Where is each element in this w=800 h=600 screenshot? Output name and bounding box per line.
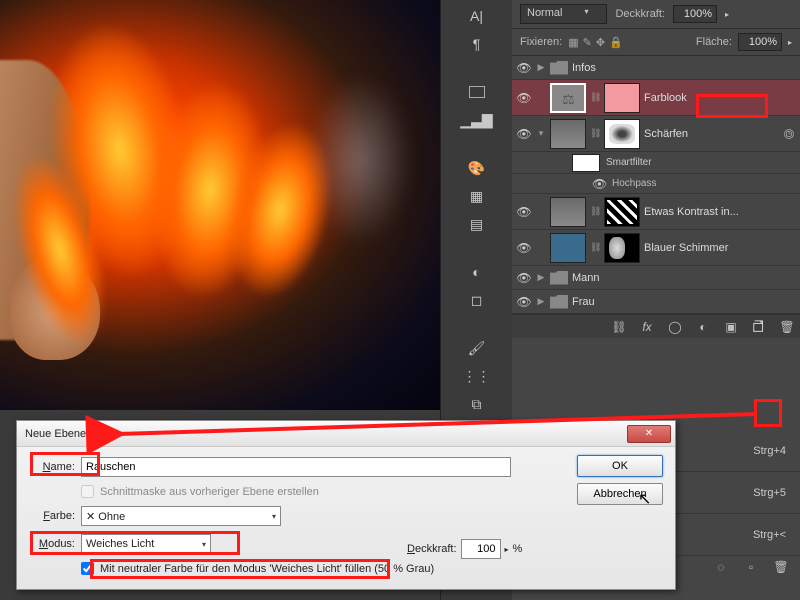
close-icon[interactable]: ✕: [627, 425, 671, 443]
clipmask-label: Schnittmaske aus vorheriger Ebene erstel…: [100, 486, 319, 498]
opacity-value[interactable]: 100%: [673, 5, 717, 23]
layer-blauer-schimmer[interactable]: 👁 ⛓ Blauer Schimmer: [512, 230, 800, 266]
styles-panel-icon[interactable]: ▤: [465, 213, 489, 235]
shortcut-label: Strg+<: [753, 529, 786, 541]
trash-icon[interactable]: 🗑: [772, 558, 790, 576]
group-label: Frau: [572, 296, 796, 308]
color-label: Farbe:: [29, 510, 75, 522]
color-select[interactable]: ✕ Ohne▾: [81, 506, 281, 526]
link-icon[interactable]: ⛓: [590, 242, 600, 253]
neutral-fill-label: Mit neutraler Farbe für den Modus 'Weich…: [100, 563, 434, 575]
layer-group-frau[interactable]: 👁 ▶ Frau: [512, 290, 800, 314]
document-canvas[interactable]: [0, 0, 440, 410]
new-icon[interactable]: ▫: [742, 558, 760, 576]
new-layer-dialog: Neue Ebene ✕ OK Abbrechen Name: Schnittm…: [16, 420, 676, 590]
character-panel-icon[interactable]: A|: [465, 5, 489, 27]
brush-panel-icon[interactable]: 🖌: [465, 337, 489, 359]
mask-thumb[interactable]: [604, 197, 640, 227]
histogram-panel-icon[interactable]: ▁▃▇: [465, 109, 489, 131]
link-icon[interactable]: ⛓: [590, 128, 600, 139]
layers-panel: Normal ▾ Deckkraft: 100% ▸ Fixieren: ▦✎✥…: [512, 0, 800, 430]
visibility-icon[interactable]: 👁: [516, 241, 532, 255]
visibility-icon[interactable]: 👁: [516, 295, 532, 309]
link-icon[interactable]: ⛓: [590, 92, 600, 103]
shortcut-label: Strg+5: [753, 487, 786, 499]
clipmask-checkbox: [81, 485, 94, 498]
layer-label: Etwas Kontrast in...: [644, 206, 796, 218]
dialog-titlebar[interactable]: Neue Ebene ✕: [17, 421, 675, 447]
opacity-unit: %: [513, 543, 523, 555]
layers-panel-footer: ⛓ fx ◯ ◐ ▣ 🗑: [512, 314, 800, 338]
link-layers-icon[interactable]: ⛓: [610, 318, 628, 336]
link-icon[interactable]: ⛓: [590, 206, 600, 217]
mode-label: Modus:: [29, 538, 75, 550]
smartfilter-row[interactable]: Smartfilter: [512, 152, 800, 174]
layer-thumb[interactable]: [550, 233, 586, 263]
opacity-label: Deckkraft:: [407, 543, 457, 555]
layer-group-mann[interactable]: 👁 ▶ Mann: [512, 266, 800, 290]
visibility-icon[interactable]: 👁: [516, 127, 532, 141]
visibility-icon[interactable]: 👁: [516, 91, 532, 105]
visibility-icon[interactable]: 👁: [592, 177, 606, 191]
new-layer-icon[interactable]: [750, 318, 768, 336]
mask-icon[interactable]: ◯: [666, 318, 684, 336]
clone-source-icon[interactable]: ⧉: [465, 393, 489, 415]
layer-schaerfen[interactable]: 👁 ▾ ⛓ Schärfen ◷: [512, 116, 800, 152]
folder-icon: [550, 61, 568, 75]
hochpass-label: Hochpass: [612, 178, 656, 189]
group-label: Mann: [572, 272, 796, 284]
navigator-panel-icon[interactable]: [465, 81, 489, 103]
hochpass-row[interactable]: 👁 Hochpass: [512, 174, 800, 194]
visibility-icon[interactable]: 👁: [516, 271, 532, 285]
filter-mask-thumb[interactable]: [572, 154, 600, 172]
name-label: Name:: [29, 461, 75, 473]
visibility-icon[interactable]: 👁: [516, 205, 532, 219]
smart-object-icon: ◷: [784, 129, 794, 139]
delete-layer-icon[interactable]: 🗑: [778, 318, 796, 336]
shortcut-label: Strg+4: [753, 445, 786, 457]
opacity-label: Deckkraft:: [615, 8, 665, 20]
lock-label: Fixieren:: [520, 36, 562, 48]
layer-thumb[interactable]: [550, 197, 586, 227]
folder-icon: [550, 295, 568, 309]
group-label: Infos: [572, 62, 796, 74]
selection-icon[interactable]: ◌: [712, 558, 730, 576]
opacity-input[interactable]: [461, 539, 501, 559]
fx-icon[interactable]: fx: [638, 318, 656, 336]
smart-thumb[interactable]: [604, 119, 640, 149]
fill-label: Fläche:: [696, 36, 732, 48]
layer-label: Blauer Schimmer: [644, 242, 796, 254]
layer-group-infos[interactable]: 👁 ▶ Infos: [512, 56, 800, 80]
dialog-title: Neue Ebene: [25, 428, 86, 440]
layer-label: Schärfen: [644, 128, 796, 140]
smartfilter-label: Smartfilter: [606, 157, 652, 168]
name-input[interactable]: [81, 457, 511, 477]
adjustment-thumb[interactable]: [550, 83, 586, 113]
visibility-icon[interactable]: 👁: [516, 61, 532, 75]
layer-label: Farblook: [644, 92, 796, 104]
adjustment-layer-icon[interactable]: ◐: [694, 318, 712, 336]
fill-value[interactable]: 100%: [738, 33, 782, 51]
layer-farblook[interactable]: 👁 ⛓ Farblook: [512, 80, 800, 116]
paragraph-panel-icon[interactable]: ¶: [465, 33, 489, 55]
ok-button[interactable]: OK: [577, 455, 663, 477]
mask-thumb[interactable]: [604, 233, 640, 263]
blend-mode-select[interactable]: Normal ▾: [520, 4, 607, 24]
lock-icons[interactable]: ▦✎✥🔒: [568, 36, 623, 49]
color-panel-icon[interactable]: 🎨: [465, 157, 489, 179]
swatches-panel-icon[interactable]: ▦: [465, 185, 489, 207]
layer-kontrast[interactable]: 👁 ⛓ Etwas Kontrast in...: [512, 194, 800, 230]
neutral-fill-checkbox[interactable]: [81, 562, 94, 575]
folder-icon: [550, 271, 568, 285]
mode-select[interactable]: Weiches Licht▾: [81, 534, 211, 554]
masks-panel-icon[interactable]: ◻: [465, 289, 489, 311]
layer-list: 👁 ▶ Infos 👁 ⛓ Farblook 👁 ▾ ⛓ Schärfen ◷: [512, 56, 800, 314]
cancel-button[interactable]: Abbrechen: [577, 483, 663, 505]
adjustments-panel-icon[interactable]: ◐: [465, 261, 489, 283]
brush-presets-icon[interactable]: ⋮⋮: [465, 365, 489, 387]
mask-thumb[interactable]: [604, 83, 640, 113]
layer-thumb[interactable]: [550, 119, 586, 149]
group-icon[interactable]: ▣: [722, 318, 740, 336]
